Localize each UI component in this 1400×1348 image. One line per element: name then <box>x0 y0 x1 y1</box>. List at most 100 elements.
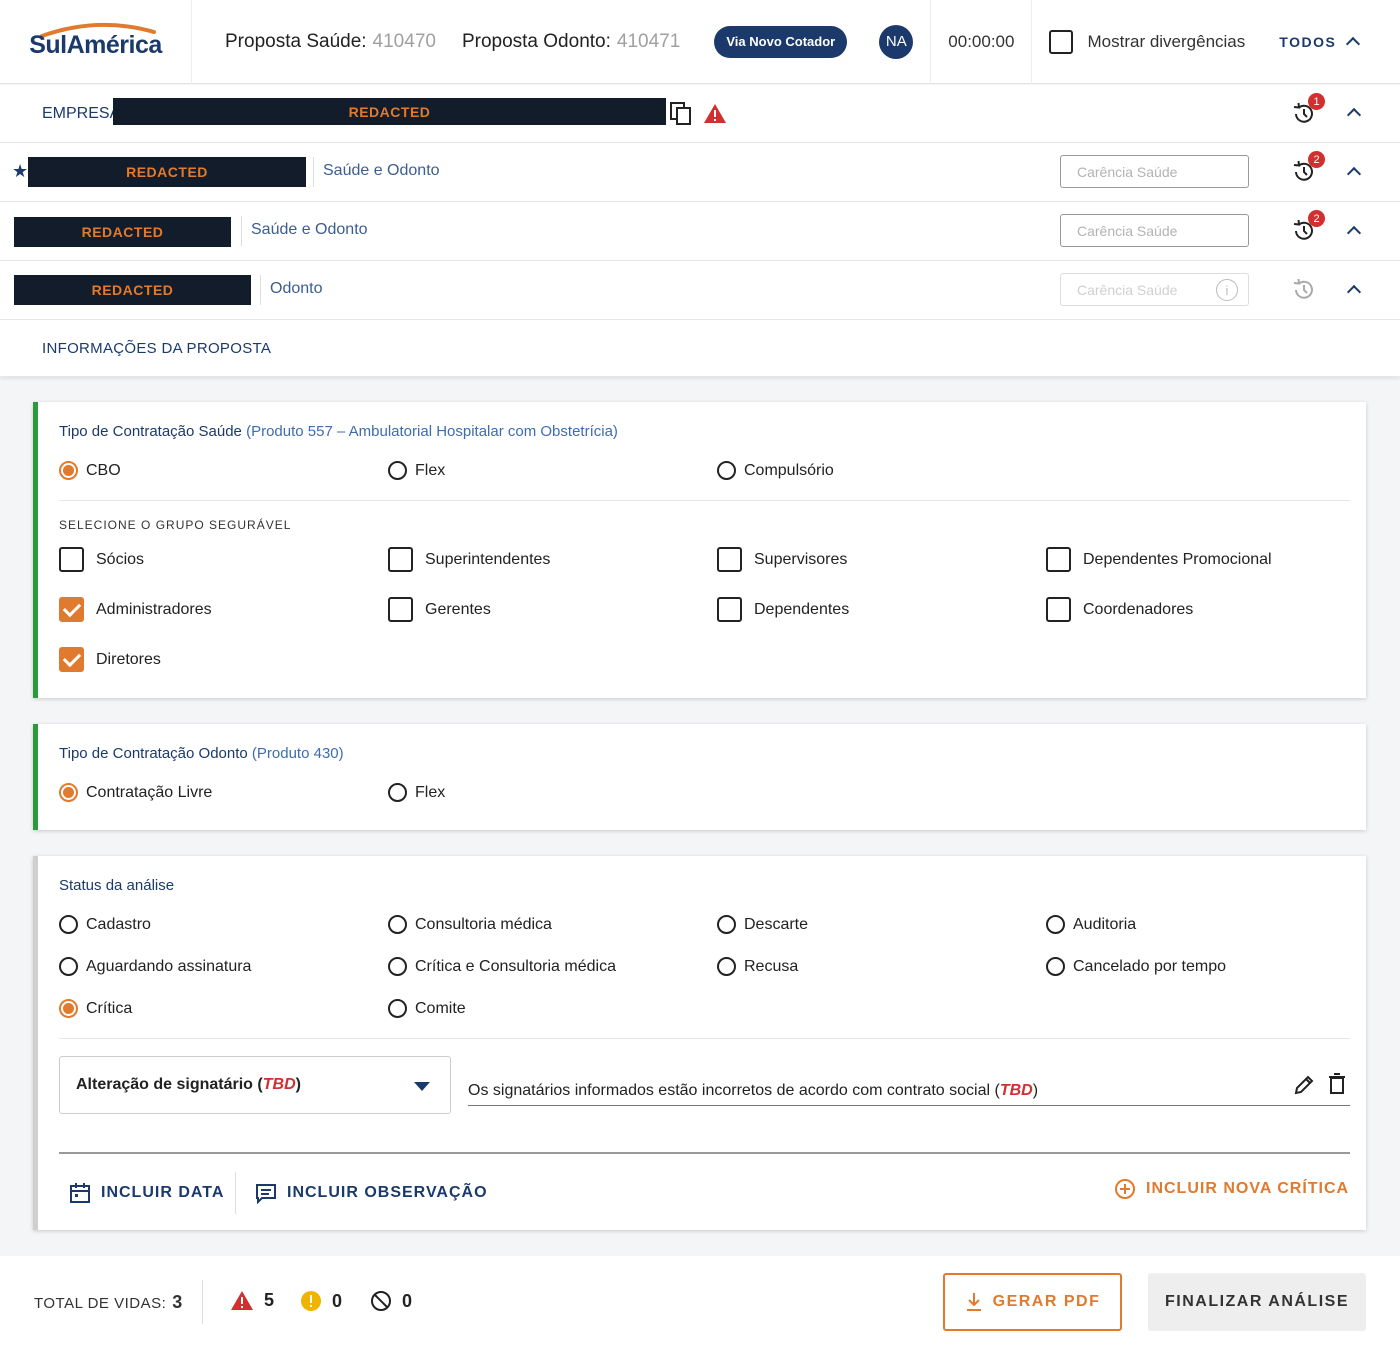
history-icon-disabled <box>1293 278 1313 299</box>
checkbox-administradores[interactable]: Administradores <box>59 597 212 622</box>
beneficiario-redacted: REDACTED <box>14 275 251 305</box>
logo-text: SulAmérica <box>29 31 162 59</box>
checkbox-dependentes[interactable]: Dependentes <box>717 597 849 622</box>
radio-unselected[interactable] <box>388 783 407 802</box>
edit-icon[interactable] <box>1293 1074 1315 1096</box>
checkbox-box[interactable] <box>1046 547 1071 572</box>
observacao-field[interactable]: Os signatários informados estão incorret… <box>468 1076 1350 1106</box>
tipo-contratacao-saude-card: Tipo de Contratação Saúde (Produto 557 –… <box>33 402 1366 698</box>
chevron-up-icon[interactable] <box>1346 107 1362 123</box>
gerar-pdf-button[interactable]: GERAR PDF <box>943 1273 1122 1331</box>
radio-aguardando-assinatura[interactable]: Aguardando assinatura <box>59 957 251 976</box>
radio-flex-odonto[interactable]: Flex <box>388 783 445 802</box>
checkbox-box[interactable] <box>388 547 413 572</box>
radio-contratacao-livre[interactable]: Contratação Livre <box>59 783 212 802</box>
radio-cancelado-por-tempo[interactable]: Cancelado por tempo <box>1046 957 1226 976</box>
radio-comite[interactable]: Comite <box>388 999 466 1018</box>
odonto-card-title: Tipo de Contratação Odonto (Produto 430) <box>59 745 344 762</box>
checkbox-dependentes-promocional[interactable]: Dependentes Promocional <box>1046 547 1272 572</box>
calendar-icon <box>70 1183 90 1203</box>
radio-unselected[interactable] <box>717 957 736 976</box>
checkbox-box[interactable] <box>717 597 742 622</box>
chevron-up-icon[interactable] <box>1346 225 1362 241</box>
radio-critica[interactable]: Crítica <box>59 999 132 1018</box>
radio-unselected[interactable] <box>717 915 736 934</box>
finalizar-analise-button[interactable]: FINALIZAR ANÁLISE <box>1148 1273 1366 1331</box>
divider <box>59 500 1350 501</box>
carencia-saude-input[interactable]: Carência Saúde <box>1060 214 1249 247</box>
radio-unselected[interactable] <box>388 957 407 976</box>
radio-unselected[interactable] <box>59 915 78 934</box>
user-avatar[interactable]: NA <box>879 24 914 59</box>
divider <box>59 1152 1350 1154</box>
checkbox-superintendentes[interactable]: Superintendentes <box>388 547 550 572</box>
radio-cadastro[interactable]: Cadastro <box>59 915 151 934</box>
star-icon: ★ <box>12 161 29 181</box>
radio-cbo[interactable]: CBO <box>59 461 121 480</box>
info-icon[interactable]: i <box>1216 279 1238 301</box>
radio-unselected[interactable] <box>388 999 407 1018</box>
checkbox-diretores[interactable]: Diretores <box>59 647 161 672</box>
radio-compulsorio[interactable]: Compulsório <box>717 461 834 480</box>
action-divider <box>235 1172 236 1214</box>
radio-descarte[interactable]: Descarte <box>717 915 808 934</box>
chevron-up-icon[interactable] <box>1346 284 1362 300</box>
incluir-data-button[interactable]: INCLUIR DATA <box>69 1182 224 1204</box>
checkbox-box[interactable] <box>388 597 413 622</box>
blocked-icon <box>371 1291 391 1311</box>
radio-unselected[interactable] <box>717 461 736 480</box>
radio-unselected[interactable] <box>388 461 407 480</box>
radio-selected[interactable] <box>59 783 78 802</box>
header-divider <box>930 0 932 84</box>
radio-consultoria-medica[interactable]: Consultoria médica <box>388 915 552 934</box>
beneficiario-tipo: Saúde e Odonto <box>251 221 368 238</box>
dropdown-arrow-icon <box>414 1082 430 1091</box>
alertas-count: 5 <box>230 1290 274 1311</box>
radio-unselected[interactable] <box>1046 915 1065 934</box>
warning-icon <box>704 104 726 123</box>
mostrar-divergencias-toggle[interactable]: Mostrar divergências <box>1049 29 1245 54</box>
mostrar-divergencias-checkbox[interactable] <box>1049 29 1074 54</box>
row-divider <box>241 216 242 246</box>
checkbox-coordenadores[interactable]: Coordenadores <box>1046 597 1193 622</box>
radio-unselected[interactable] <box>59 957 78 976</box>
informacoes-proposta-title: INFORMAÇÕES DA PROPOSTA <box>42 340 272 357</box>
history-badge: 2 <box>1308 210 1325 227</box>
checkbox-checked[interactable] <box>59 647 84 672</box>
header-divider <box>1031 0 1033 84</box>
checkbox-box[interactable] <box>1046 597 1071 622</box>
alert-circle-icon <box>301 1291 321 1311</box>
chevron-up-icon <box>1346 36 1361 52</box>
grupo-seguravel-label: SELECIONE O GRUPO SEGURÁVEL <box>59 518 292 532</box>
radio-recusa[interactable]: Recusa <box>717 957 798 976</box>
carencia-saude-input-disabled: Carência Saúde i <box>1060 273 1249 306</box>
chevron-up-icon[interactable] <box>1346 166 1362 182</box>
status-analise-card: Status da análise Cadastro Consultoria m… <box>33 856 1366 1230</box>
carencia-saude-input[interactable]: Carência Saúde <box>1060 155 1249 188</box>
informacoes-proposta-header[interactable]: INFORMAÇÕES DA PROPOSTA <box>0 320 1400 377</box>
incluir-nova-critica-button[interactable]: INCLUIR NOVA CRÍTICA <box>1114 1178 1349 1200</box>
checkbox-supervisores[interactable]: Supervisores <box>717 547 847 572</box>
todos-collapse-button[interactable]: TODOS <box>1279 34 1361 52</box>
beneficiario-row: REDACTED Saúde e Odonto Carência Saúde 2 <box>0 202 1400 261</box>
checkbox-checked[interactable] <box>59 597 84 622</box>
delete-icon[interactable] <box>1328 1073 1346 1095</box>
empresa-redacted: REDACTED <box>113 98 666 125</box>
radio-unselected[interactable] <box>1046 957 1065 976</box>
checkbox-box[interactable] <box>717 547 742 572</box>
radio-selected[interactable] <box>59 461 78 480</box>
checkbox-socios[interactable]: Sócios <box>59 547 144 572</box>
radio-critica-consultoria[interactable]: Crítica e Consultoria médica <box>388 957 616 976</box>
radio-flex[interactable]: Flex <box>388 461 445 480</box>
radio-selected[interactable] <box>59 999 78 1018</box>
beneficiario-tipo: Odonto <box>270 280 323 297</box>
checkbox-box[interactable] <box>59 547 84 572</box>
copy-icon[interactable] <box>670 102 692 126</box>
incluir-observacao-button[interactable]: INCLUIR OBSERVAÇÃO <box>255 1182 488 1204</box>
critica-select[interactable]: Alteração de signatário (TBD) <box>59 1056 451 1114</box>
via-novo-cotador-badge: Via Novo Cotador <box>714 25 848 58</box>
radio-auditoria[interactable]: Auditoria <box>1046 915 1136 934</box>
download-icon <box>966 1293 981 1311</box>
radio-unselected[interactable] <box>388 915 407 934</box>
checkbox-gerentes[interactable]: Gerentes <box>388 597 491 622</box>
